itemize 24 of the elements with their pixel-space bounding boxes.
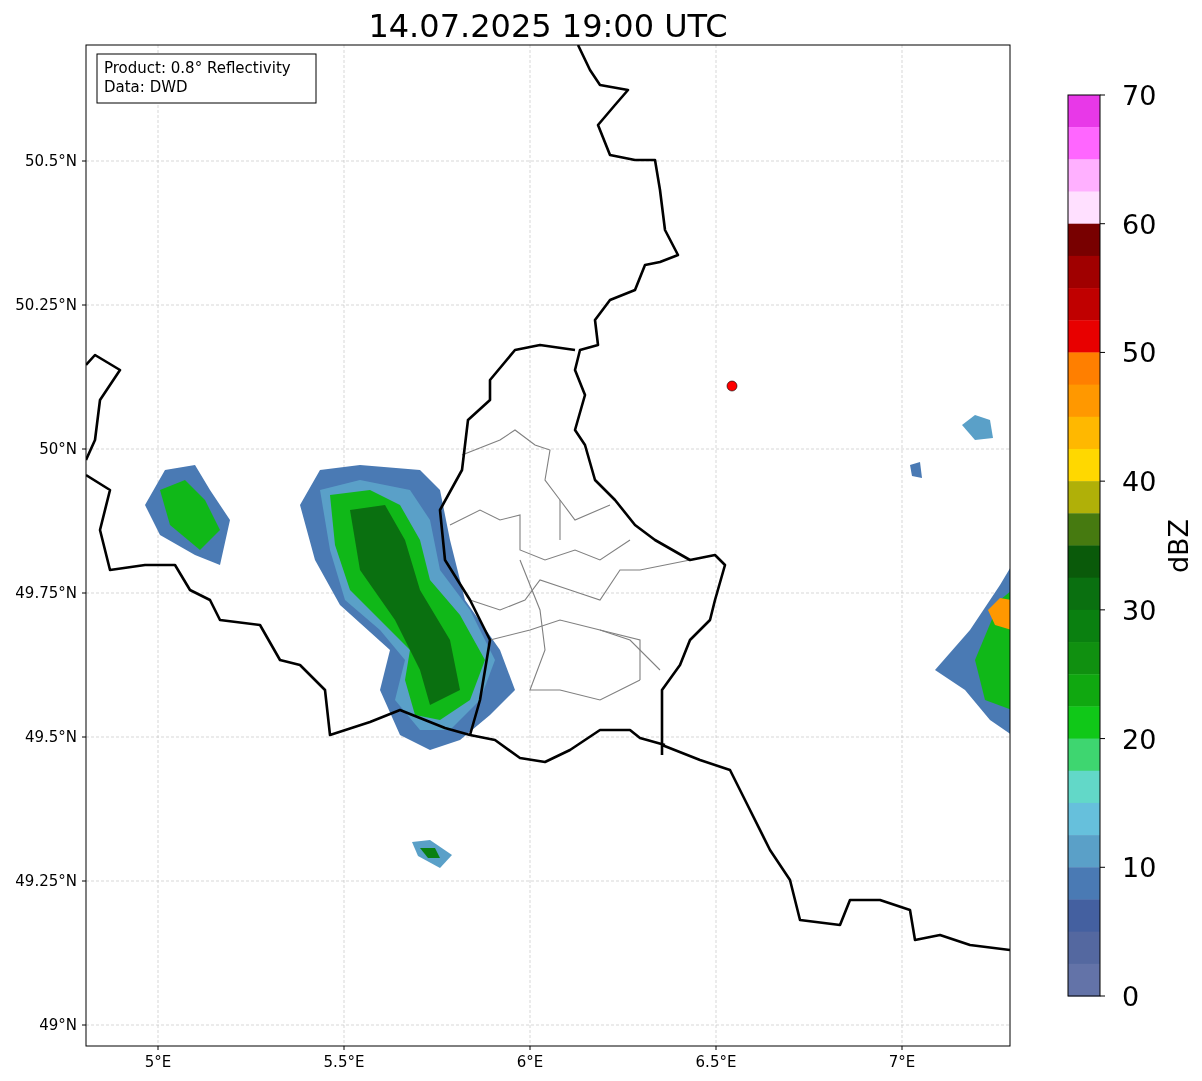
colorbar-tick-label: 30 <box>1122 594 1157 626</box>
colorbar-tick-label: 40 <box>1122 466 1157 498</box>
chart-title: 14.07.2025 19:00 UTC <box>368 7 728 45</box>
colorbar-tick-label: 60 <box>1122 208 1157 240</box>
colorbar-tick-label: 10 <box>1122 852 1157 884</box>
colorbar-label: dBZ <box>1163 518 1194 574</box>
colorbar-tick-label: 50 <box>1122 337 1157 369</box>
longitude-label: 5.5°E <box>323 1053 365 1071</box>
longitude-label: 5°E <box>144 1053 172 1071</box>
info-text: Data: DWD <box>104 78 188 96</box>
latitude-label: 49.5°N <box>24 728 77 746</box>
colorbar-tick-label: 70 <box>1122 80 1157 111</box>
latitude-label: 50.25°N <box>15 296 77 314</box>
latitude-label: 49.75°N <box>15 584 77 602</box>
info-text: Product: 0.8° Reflectivity <box>104 59 291 77</box>
latitude-label: 50°N <box>39 440 77 458</box>
latitude-label: 49°N <box>39 1016 77 1034</box>
latitude-label: 50.5°N <box>24 152 77 170</box>
longitude-label: 7°E <box>888 1053 916 1071</box>
colorbar-tick-label: 0 <box>1122 981 1140 1012</box>
longitude-label: 6°E <box>516 1053 544 1071</box>
latitude-label: 49.25°N <box>15 872 77 890</box>
longitude-label: 6.5°E <box>695 1053 737 1071</box>
colorbar-tick-label: 20 <box>1122 723 1157 755</box>
